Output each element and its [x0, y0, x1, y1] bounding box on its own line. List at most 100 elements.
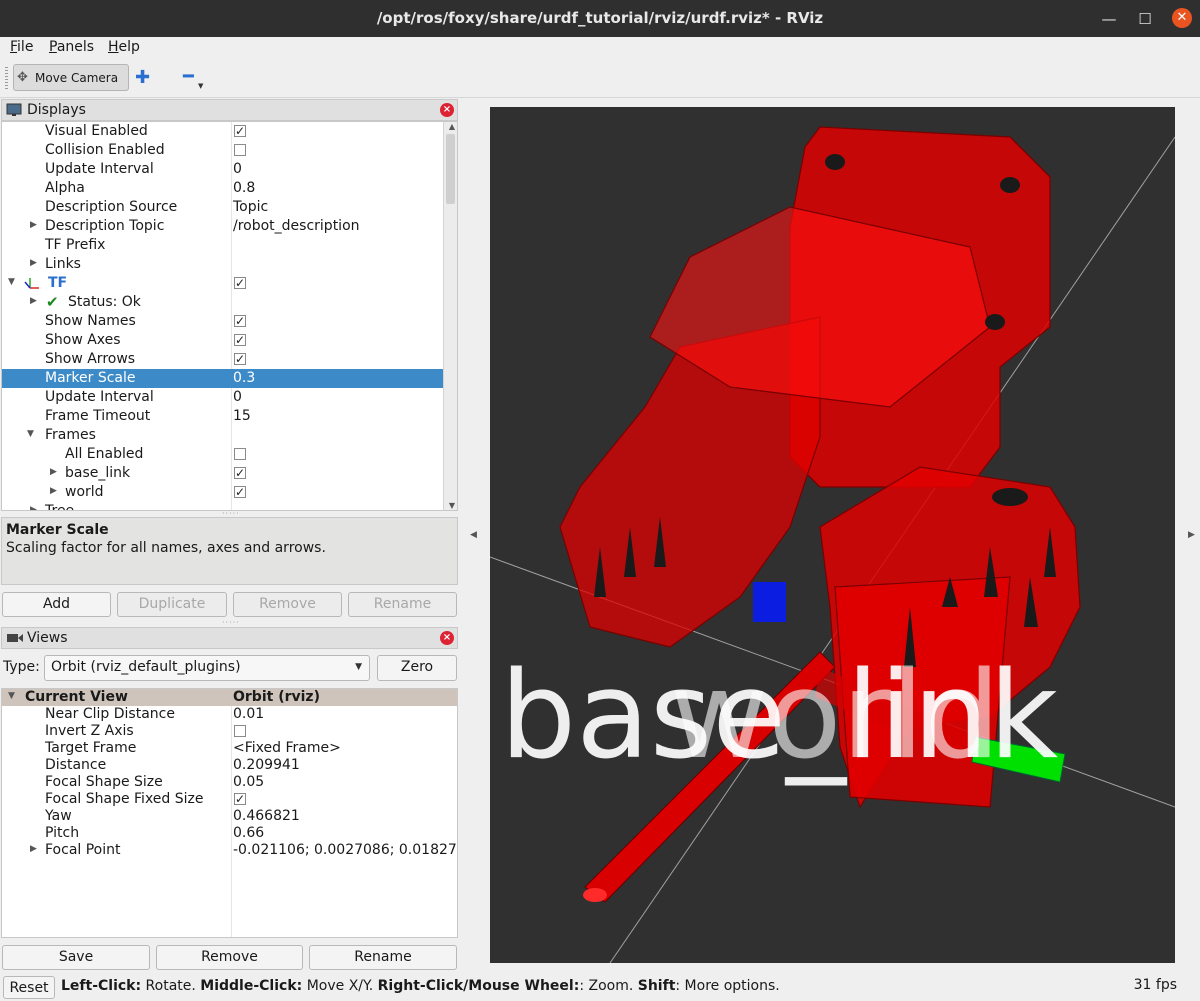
view-row-value[interactable]: 0.209941: [233, 757, 300, 773]
view-row-value[interactable]: 0.05: [233, 774, 264, 790]
display-row[interactable]: Show Names ✓: [2, 312, 445, 331]
render-viewport[interactable]: base_link world: [490, 107, 1175, 963]
expand-down-icon[interactable]: ▼: [8, 277, 15, 287]
display-row-checkbox[interactable]: ✓: [234, 334, 246, 346]
view-row[interactable]: Pitch 0.66: [2, 825, 457, 842]
display-row-value[interactable]: 0: [233, 161, 242, 177]
display-row[interactable]: Visual Enabled ✓: [2, 122, 445, 141]
close-displays-icon[interactable]: ×: [440, 103, 454, 117]
view-row[interactable]: Yaw 0.466821: [2, 808, 457, 825]
view-row[interactable]: Invert Z Axis: [2, 723, 457, 740]
save-view-button[interactable]: Save: [2, 945, 150, 970]
collapse-right-icon[interactable]: ▶: [1188, 530, 1195, 540]
expand-down-icon[interactable]: ▼: [27, 429, 34, 439]
view-row[interactable]: Focal Shape Fixed Size ✓: [2, 791, 457, 808]
expand-right-icon[interactable]: ▶: [30, 844, 37, 854]
maximize-icon[interactable]: ☐: [1136, 10, 1154, 28]
display-row-value[interactable]: /robot_description: [233, 218, 360, 234]
display-row[interactable]: ▶ Links: [2, 255, 445, 274]
expand-right-icon[interactable]: ▶: [30, 296, 37, 306]
display-row[interactable]: ▼ TF ✓: [2, 274, 445, 293]
display-row-checkbox[interactable]: ✓: [234, 467, 246, 479]
expand-right-icon[interactable]: ▶: [50, 467, 57, 477]
display-row-checkbox[interactable]: [234, 448, 246, 460]
display-row[interactable]: ▶ base_link ✓: [2, 464, 445, 483]
display-row[interactable]: Update Interval 0: [2, 160, 445, 179]
scroll-thumb[interactable]: [446, 134, 455, 204]
duplicate-display-button[interactable]: Duplicate: [117, 592, 227, 617]
view-type-select[interactable]: Orbit (rviz_default_plugins) ▼: [44, 655, 370, 681]
view-row-value[interactable]: 0.466821: [233, 808, 300, 824]
display-row-checkbox[interactable]: ✓: [234, 125, 246, 137]
view-row[interactable]: Target Frame <Fixed Frame>: [2, 740, 457, 757]
view-row-checkbox[interactable]: ✓: [234, 793, 246, 805]
remove-tool-icon[interactable]: ━: [183, 66, 194, 87]
display-row[interactable]: Marker Scale 0.3: [2, 369, 445, 388]
rename-view-button[interactable]: Rename: [309, 945, 457, 970]
expand-right-icon[interactable]: ▶: [30, 220, 37, 230]
remove-tool-dropdown-icon[interactable]: ▼: [198, 82, 203, 90]
display-row-checkbox[interactable]: ✓: [234, 353, 246, 365]
view-row-checkbox[interactable]: [234, 725, 246, 737]
add-display-button[interactable]: Add: [2, 592, 111, 617]
current-view-header[interactable]: ▼ Current View Orbit (rviz): [2, 689, 457, 706]
display-row-checkbox[interactable]: ✓: [234, 315, 246, 327]
rename-display-button[interactable]: Rename: [348, 592, 457, 617]
menu-file[interactable]: File: [10, 39, 33, 55]
view-row-value[interactable]: 0.01: [233, 706, 264, 722]
splitter-handle-views[interactable]: ·····: [222, 618, 240, 627]
display-row-checkbox[interactable]: [234, 144, 246, 156]
display-row-value[interactable]: 0.3: [233, 370, 255, 386]
view-row-value[interactable]: 0.66: [233, 825, 264, 841]
display-row-checkbox[interactable]: ✓: [234, 277, 246, 289]
displays-tree[interactable]: Visual Enabled ✓ Collision Enabled Update I…: [1, 121, 458, 511]
remove-view-button[interactable]: Remove: [156, 945, 303, 970]
view-row-value[interactable]: -0.021106; 0.0027086; 0.018276: [233, 842, 457, 858]
view-row[interactable]: ▶ Focal Point -0.021106; 0.0027086; 0.0182…: [2, 842, 457, 859]
display-row[interactable]: Frame Timeout 15: [2, 407, 445, 426]
views-tree[interactable]: ▼ Current View Orbit (rviz) Near Clip Dista…: [1, 688, 458, 938]
display-row[interactable]: Show Arrows ✓: [2, 350, 445, 369]
display-row[interactable]: Alpha 0.8: [2, 179, 445, 198]
minimize-icon[interactable]: —: [1100, 10, 1118, 28]
window-title: /opt/ros/foxy/share/urdf_tutorial/rviz/u…: [376, 9, 824, 27]
zero-button[interactable]: Zero: [377, 655, 457, 681]
display-row-value[interactable]: 15: [233, 408, 251, 424]
add-tool-icon[interactable]: ✚: [135, 67, 150, 88]
display-row-checkbox[interactable]: ✓: [234, 486, 246, 498]
reset-button[interactable]: Reset: [3, 976, 55, 999]
collapse-left-icon[interactable]: ◀: [470, 530, 477, 540]
display-row[interactable]: Show Axes ✓: [2, 331, 445, 350]
scroll-up-icon[interactable]: ▲: [449, 122, 455, 131]
expand-right-icon[interactable]: ▶: [50, 486, 57, 496]
menu-panels[interactable]: Panels: [49, 39, 94, 55]
expand-right-icon[interactable]: ▶: [30, 505, 37, 510]
display-row[interactable]: ▼ Frames: [2, 426, 445, 445]
displays-scrollbar[interactable]: ▲ ▼: [443, 122, 457, 510]
close-icon[interactable]: ✕: [1172, 8, 1192, 28]
expand-right-icon[interactable]: ▶: [30, 258, 37, 268]
display-row[interactable]: ▶ world ✓: [2, 483, 445, 502]
expand-down-icon[interactable]: ▼: [8, 691, 15, 701]
close-views-icon[interactable]: ×: [440, 631, 454, 645]
view-row[interactable]: Focal Shape Size 0.05: [2, 774, 457, 791]
scroll-down-icon[interactable]: ▼: [449, 501, 455, 510]
toolbar-grip[interactable]: [5, 67, 8, 89]
menu-help[interactable]: Help: [108, 39, 140, 55]
view-row[interactable]: Near Clip Distance 0.01: [2, 706, 457, 723]
display-row-value[interactable]: 0.8: [233, 180, 255, 196]
display-row-label: base_link: [65, 465, 131, 481]
display-row-value[interactable]: Topic: [233, 199, 268, 215]
remove-display-button[interactable]: Remove: [233, 592, 342, 617]
view-row-value[interactable]: <Fixed Frame>: [233, 740, 341, 756]
display-row[interactable]: All Enabled: [2, 445, 445, 464]
display-row[interactable]: Update Interval 0: [2, 388, 445, 407]
display-row-value[interactable]: 0: [233, 389, 242, 405]
move-camera-button[interactable]: ✥ Move Camera: [13, 64, 129, 91]
display-row[interactable]: TF Prefix: [2, 236, 445, 255]
display-row[interactable]: Collision Enabled: [2, 141, 445, 160]
view-row[interactable]: Distance 0.209941: [2, 757, 457, 774]
display-row[interactable]: Description Source Topic: [2, 198, 445, 217]
display-row[interactable]: ▶ ✔ Status: Ok: [2, 293, 445, 312]
display-row[interactable]: ▶ Description Topic/robot_description: [2, 217, 445, 236]
